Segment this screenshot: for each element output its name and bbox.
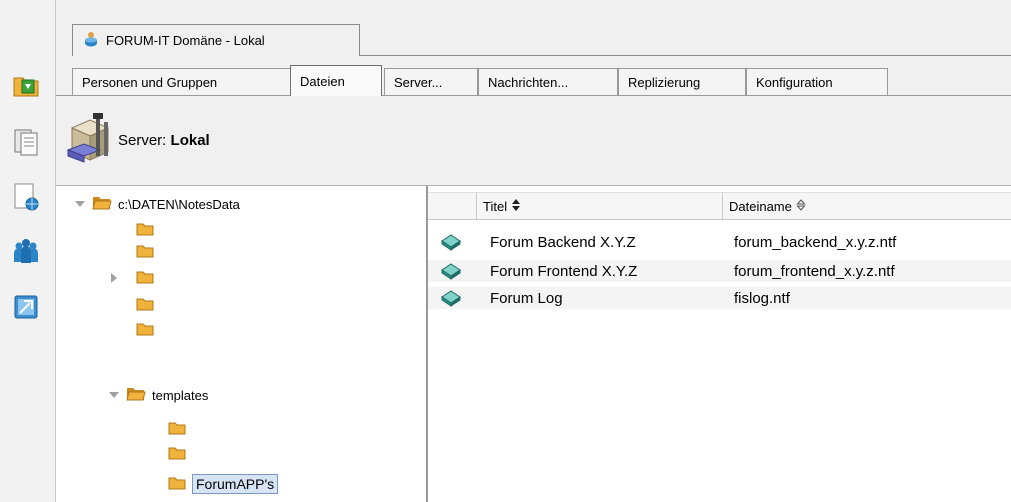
window-tab-bar: FORUM-IT Domäne - Lokal <box>56 0 1011 56</box>
tab-label: Personen und Gruppen <box>82 74 218 90</box>
folder-icon <box>136 322 154 339</box>
tab-nachrichten[interactable]: Nachrichten... <box>478 68 618 95</box>
open-folder-icon <box>92 195 112 213</box>
expanded-triangle-icon[interactable] <box>74 198 86 210</box>
folder-icon <box>136 222 154 239</box>
row-filename: forum_frontend_x.y.z.ntf <box>734 262 895 280</box>
folder-icon <box>136 297 154 314</box>
window-tab-label: FORUM-IT Domäne - Lokal <box>106 33 265 48</box>
sort-arrows-icon <box>511 198 521 214</box>
folder-tree: c:\DATEN\NotesData templates ForumAPP's <box>56 186 428 502</box>
row-filename: forum_backend_x.y.z.ntf <box>734 233 897 251</box>
tab-replizierung[interactable]: Replizierung <box>618 68 746 95</box>
tree-root-label: c:\DATEN\NotesData <box>118 196 240 212</box>
selected-folder-label: ForumAPP's <box>192 474 279 494</box>
template-book-icon <box>440 260 462 282</box>
table-row[interactable]: Forum Backend X.Y.Z forum_backend_x.y.z.… <box>428 231 1011 253</box>
sort-arrows-icon <box>796 198 806 214</box>
tree-folder-selected[interactable]: ForumAPP's <box>168 473 279 495</box>
tab-dateien[interactable]: Dateien <box>290 65 382 96</box>
server-header: Server: Lokal <box>56 96 1011 186</box>
row-title: Forum Frontend X.Y.Z <box>490 262 638 280</box>
row-title: Forum Backend X.Y.Z <box>490 233 636 251</box>
network-document-icon[interactable] <box>11 182 41 212</box>
folder-icon <box>168 476 186 493</box>
column-filename-header[interactable]: Dateiname <box>722 193 1011 219</box>
window-tab[interactable]: FORUM-IT Domäne - Lokal <box>72 24 360 56</box>
folder-arrow-icon[interactable] <box>11 70 41 100</box>
template-book-icon <box>440 287 462 309</box>
tree-folder[interactable] <box>168 418 186 440</box>
tree-folder[interactable] <box>168 443 186 465</box>
table-row[interactable]: Forum Frontend X.Y.Z forum_frontend_x.y.… <box>428 260 1011 282</box>
tree-folder[interactable] <box>136 319 154 341</box>
people-icon[interactable] <box>11 236 41 266</box>
folder-icon <box>136 244 154 261</box>
tab-konfiguration[interactable]: Konfiguration <box>746 68 888 95</box>
column-title-header[interactable]: Titel <box>476 193 722 219</box>
tab-label: Replizierung <box>628 74 701 90</box>
folder-icon <box>136 270 154 287</box>
row-title: Forum Log <box>490 289 563 307</box>
tools-icon[interactable] <box>11 292 41 322</box>
tree-folder[interactable] <box>136 294 154 316</box>
column-filename-label: Dateiname <box>729 198 792 214</box>
column-header: Titel Dateiname <box>428 192 1011 220</box>
row-filename: fislog.ntf <box>734 289 790 307</box>
tree-folder[interactable] <box>136 241 154 263</box>
left-icon-strip <box>0 0 56 502</box>
server-tools-icon <box>66 110 114 173</box>
tab-label: Konfiguration <box>756 74 833 90</box>
section-tabs: Personen und Gruppen Dateien Server... N… <box>56 56 1011 96</box>
folder-icon <box>168 446 186 463</box>
tree-folder[interactable] <box>136 219 154 241</box>
server-prefix: Server: <box>118 132 167 149</box>
open-folder-icon <box>126 386 146 404</box>
tab-label: Server... <box>394 74 443 90</box>
tree-root-node[interactable]: c:\DATEN\NotesData <box>74 193 240 215</box>
table-row[interactable]: Forum Log fislog.ntf <box>428 287 1011 309</box>
tree-folder-collapsed[interactable] <box>108 267 154 289</box>
column-title-label: Titel <box>483 198 508 214</box>
database-person-icon <box>83 31 99 50</box>
document-pages-icon[interactable] <box>11 127 41 157</box>
file-list: Titel Dateiname Forum Backend X.Y.Z foru… <box>428 186 1011 502</box>
collapsed-triangle-icon[interactable] <box>108 272 120 284</box>
tab-label: Nachrichten... <box>488 74 569 90</box>
server-name: Lokal <box>170 132 210 149</box>
tab-personen-und-gruppen[interactable]: Personen und Gruppen <box>72 68 294 95</box>
expanded-triangle-icon[interactable] <box>108 389 120 401</box>
server-label: Server: Lokal <box>118 132 210 149</box>
template-book-icon <box>440 231 462 253</box>
tree-templates-node[interactable]: templates <box>108 384 208 406</box>
templates-label: templates <box>152 387 209 403</box>
tab-label: Dateien <box>300 73 345 89</box>
folder-icon <box>168 421 186 438</box>
tab-server[interactable]: Server... <box>384 68 478 95</box>
